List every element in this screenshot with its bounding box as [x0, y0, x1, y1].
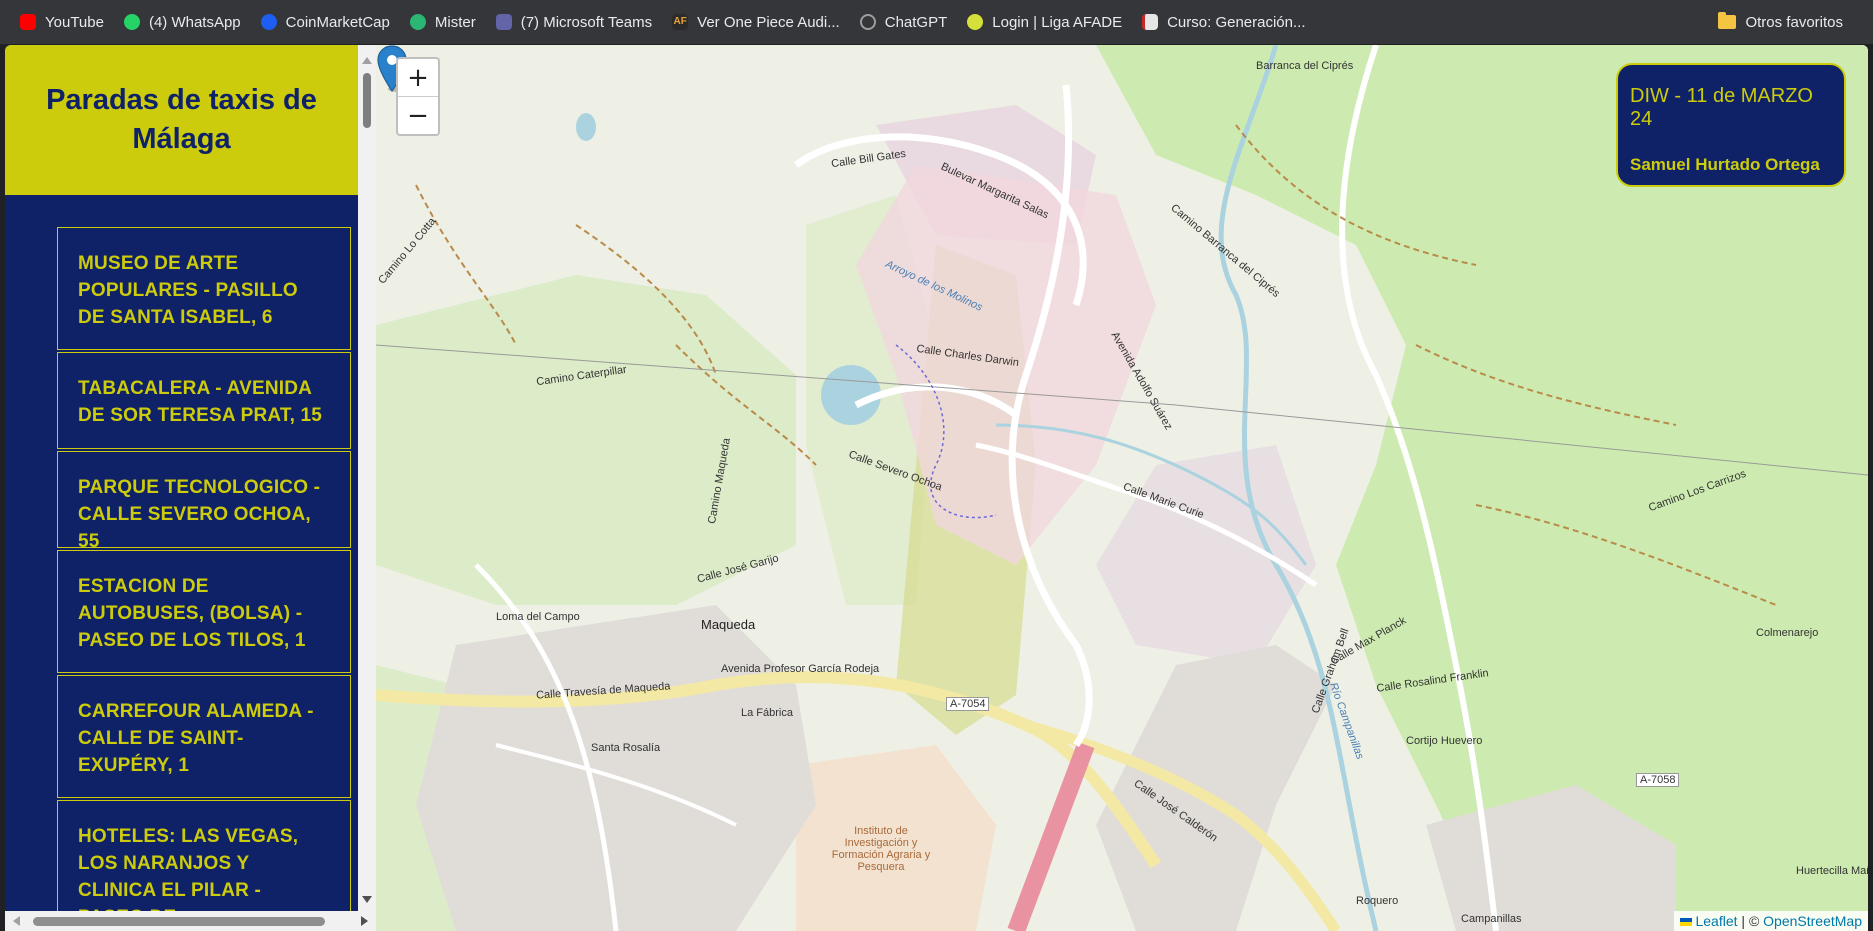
chatgpt-icon [859, 14, 876, 30]
bookmark-label: Ver One Piece Audi... [697, 13, 840, 31]
place-label: Cortijo Huevero [1406, 735, 1483, 747]
coinmarketcap-icon [260, 14, 277, 30]
bookmark-youtube[interactable]: YouTube [20, 14, 104, 31]
bookmark-mister[interactable]: Mister [409, 13, 476, 31]
sidebar[interactable]: Paradas de taxis de Málaga MUSEO DE ARTE… [5, 45, 358, 911]
place-label: La Fábrica [741, 707, 793, 719]
place-label: Roquero [1356, 895, 1399, 907]
bookmark-liga-afade[interactable]: Login | Liga AFADE [967, 14, 1122, 31]
road-shield: A-7058 [1636, 773, 1680, 787]
street-label: Avenida Profesor García Rodeja [721, 663, 880, 675]
bookmark-one-piece[interactable]: AF Ver One Piece Audi... [672, 14, 840, 31]
author-name: Samuel Hurtado Ortega [1630, 155, 1820, 174]
mister-icon [409, 14, 426, 30]
sidebar-vertical-scrollbar[interactable] [358, 45, 376, 911]
road-shield: A-7054 [946, 697, 990, 711]
scroll-left-arrow-icon[interactable] [13, 916, 20, 926]
place-label: Campanillas [1461, 913, 1522, 925]
scroll-right-arrow-icon[interactable] [361, 916, 368, 926]
course-icon [1142, 14, 1159, 30]
zoom-out-button[interactable]: − [398, 97, 438, 134]
whatsapp-icon [123, 14, 140, 30]
youtube-icon [20, 14, 36, 30]
other-bookmarks-label: Otros favoritos [1745, 13, 1843, 31]
bookmark-label: Curso: Generación... [1167, 13, 1306, 31]
scroll-thumb[interactable] [33, 917, 325, 926]
bookmark-chatgpt[interactable]: ChatGPT [859, 13, 948, 31]
info-date: DIW - 11 de MARZO 24 [1630, 85, 1813, 130]
place-label: Maqueda [701, 617, 756, 632]
ukraine-flag-icon [1680, 918, 1693, 927]
taxi-stop-item[interactable]: CARREFOUR ALAMEDA - CALLE DE SAINT-EXUPÉ… [57, 675, 351, 798]
teams-icon [495, 14, 512, 30]
af-icon: AF [672, 14, 689, 30]
place-label: Barranca del Ciprés [1256, 60, 1354, 72]
institute-label: Instituto de Investigación y Formación A… [831, 825, 931, 873]
scroll-down-arrow-icon[interactable] [362, 896, 372, 903]
openstreetmap-link[interactable]: OpenStreetMap [1763, 913, 1862, 929]
bookmark-label: ChatGPT [884, 13, 948, 31]
folder-icon [1718, 12, 1737, 29]
bookmark-label: Mister [434, 13, 476, 31]
other-bookmarks[interactable]: Otros favoritos [1718, 0, 1843, 44]
zoom-in-button[interactable]: + [398, 59, 438, 97]
zoom-control: + − [396, 57, 440, 136]
taxi-stop-item[interactable]: PARQUE TECNOLOGICO - CALLE SEVERO OCHOA,… [57, 451, 351, 552]
info-box: DIW - 11 de MARZO 24 Samuel Hurtado Orte… [1616, 63, 1846, 187]
bookmark-whatsapp[interactable]: (4) WhatsApp [123, 13, 241, 31]
bookmark-curso[interactable]: Curso: Generación... [1142, 13, 1306, 31]
bookmark-coinmarketcap[interactable]: CoinMarketCap [260, 13, 390, 31]
leaflet-map[interactable]: Loma del Campo Maqueda La Fábrica Santa … [376, 45, 1868, 931]
taxi-stop-item[interactable]: HOTELES: LAS VEGAS, LOS NARANJOS Y CLINI… [57, 800, 351, 911]
place-label: Colmenarejo [1756, 627, 1819, 639]
bookmark-label: (7) Microsoft Teams [520, 13, 653, 31]
taxi-stop-item[interactable]: TABACALERA - AVENIDA DE SOR TERESA PRAT,… [57, 352, 351, 449]
map-attribution: Leaflet | © OpenStreetMap [1674, 911, 1868, 931]
place-label: Loma del Campo [496, 611, 580, 623]
sidebar-header: Paradas de taxis de Málaga [5, 45, 358, 195]
bulb-icon [967, 14, 984, 30]
bookmark-teams[interactable]: (7) Microsoft Teams [495, 13, 653, 31]
scroll-thumb[interactable] [363, 73, 371, 128]
scroll-up-arrow-icon[interactable] [362, 57, 372, 64]
bookmarks-bar: YouTube (4) WhatsApp CoinMarketCap Miste… [0, 0, 1873, 44]
page-title: Paradas de taxis de Málaga [46, 84, 317, 155]
bookmark-label: YouTube [45, 13, 104, 31]
bookmark-label: (4) WhatsApp [148, 13, 241, 31]
bookmark-label: CoinMarketCap [285, 13, 390, 31]
place-label: Santa Rosalía [591, 742, 661, 754]
taxi-stop-item[interactable]: MUSEO DE ARTE POPULARES - PASILLO DE SAN… [57, 227, 351, 350]
page-viewport: Paradas de taxis de Málaga MUSEO DE ARTE… [5, 45, 1868, 931]
bookmark-label: Login | Liga AFADE [992, 13, 1123, 31]
taxi-stop-item[interactable]: ESTACION DE AUTOBUSES, (BOLSA) - PASEO D… [57, 550, 351, 673]
place-label: Huertecilla Mañas [1796, 865, 1868, 877]
sidebar-horizontal-scrollbar[interactable] [5, 911, 376, 931]
attribution-separator: | © [1737, 913, 1764, 929]
leaflet-link[interactable]: Leaflet [1695, 913, 1737, 929]
